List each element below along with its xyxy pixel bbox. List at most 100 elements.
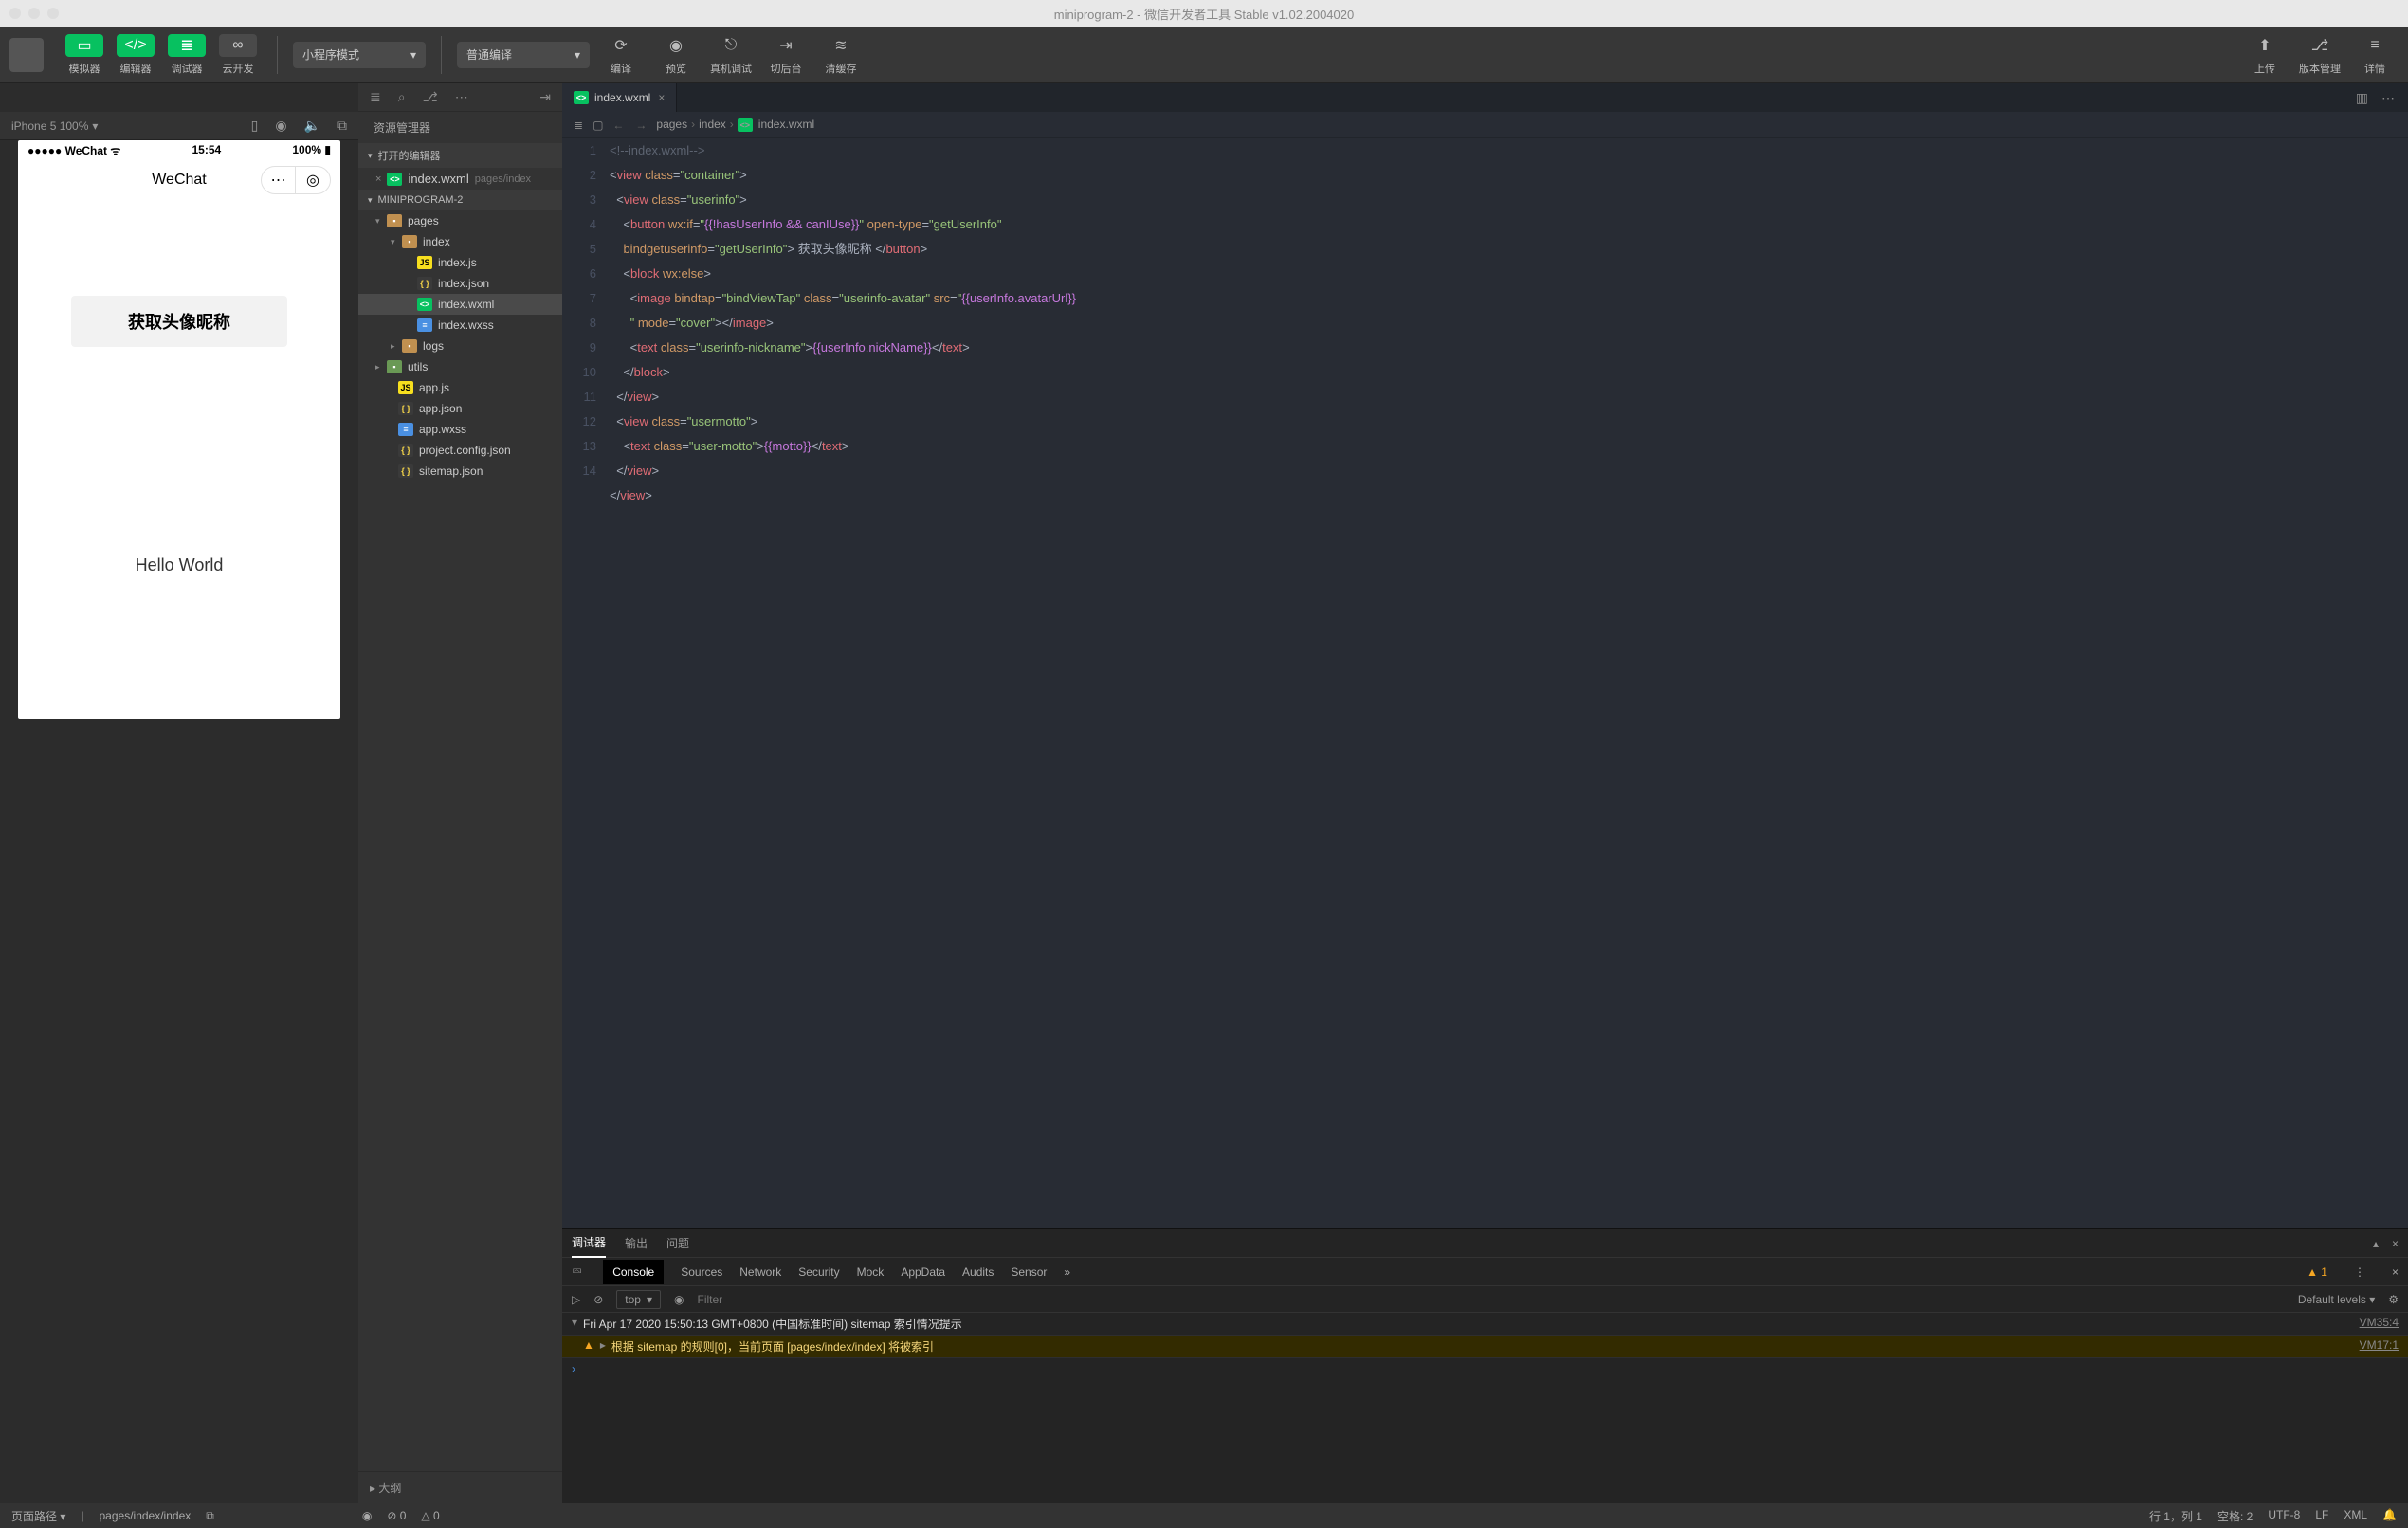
console-prompt[interactable]: ›	[562, 1358, 2408, 1379]
eol[interactable]: LF	[2315, 1508, 2328, 1524]
tree-file[interactable]: { }index.json	[358, 273, 562, 294]
tree-folder-logs[interactable]: ▸▪logs	[358, 336, 562, 356]
cursor-position[interactable]: 行 1，列 1	[2149, 1508, 2202, 1524]
gear-icon[interactable]: ⚙	[2388, 1293, 2399, 1306]
warning-badge[interactable]: ▲ 1	[2307, 1265, 2327, 1279]
upload-button[interactable]: ⬆上传	[2241, 32, 2289, 78]
filter-input[interactable]	[698, 1293, 2285, 1306]
details-button[interactable]: ≡详情	[2351, 32, 2399, 78]
eye-icon[interactable]: ◉	[674, 1293, 684, 1306]
page-path-label[interactable]: 页面路径 ▾	[11, 1508, 65, 1524]
mute-icon[interactable]: 🔈	[304, 118, 320, 134]
console-output[interactable]: ▾Fri Apr 17 2020 15:50:13 GMT+0800 (中国标准…	[562, 1313, 2408, 1503]
user-avatar[interactable]	[9, 38, 44, 72]
cloud-button[interactable]: ∞云开发	[214, 32, 262, 78]
errors-count[interactable]: ⊘ 0	[387, 1509, 406, 1522]
kebab-icon[interactable]: ⋮	[2354, 1265, 2365, 1279]
devtab-sensor[interactable]: Sensor	[1011, 1265, 1047, 1279]
source-link[interactable]: VM17:1	[2360, 1338, 2399, 1355]
tree-folder-index[interactable]: ▾▪index	[358, 231, 562, 252]
record-icon[interactable]: ◉	[275, 118, 286, 134]
language-mode[interactable]: XML	[2344, 1508, 2367, 1524]
more-icon[interactable]: ⋯	[2381, 90, 2395, 106]
devtab-audits[interactable]: Audits	[962, 1265, 994, 1279]
list-icon[interactable]: ≣	[574, 118, 583, 132]
more-icon[interactable]: ⋯	[455, 89, 468, 105]
tab-output[interactable]: 输出	[625, 1229, 648, 1257]
open-editors-section[interactable]: 打开的编辑器	[358, 143, 562, 168]
tree-file[interactable]: { }sitemap.json	[358, 461, 562, 482]
collapse-icon[interactable]: ▴	[2373, 1231, 2379, 1256]
tree-folder-utils[interactable]: ▸▪utils	[358, 356, 562, 377]
collapse-icon[interactable]: ⇥	[539, 89, 551, 105]
close-icon[interactable]: ×	[658, 91, 665, 104]
breadcrumb[interactable]: pages›index›<>index.wxml	[656, 118, 814, 132]
tree-file[interactable]: ≡app.wxss	[358, 419, 562, 440]
get-user-info-button[interactable]: 获取头像昵称	[71, 296, 287, 347]
devtab-console[interactable]: Console	[603, 1260, 664, 1284]
back-icon[interactable]: ←	[612, 118, 624, 132]
search-icon[interactable]: ⌕	[398, 89, 406, 105]
device-select[interactable]: iPhone 5 100%▾	[11, 119, 98, 133]
bell-icon[interactable]: 🔔	[2382, 1508, 2397, 1524]
devtab-mock[interactable]: Mock	[857, 1265, 885, 1279]
editor-toggle[interactable]: </>编辑器	[112, 32, 159, 78]
levels-select[interactable]: Default levels ▾	[2298, 1293, 2375, 1306]
devtab-security[interactable]: Security	[798, 1265, 839, 1279]
preview-button[interactable]: ◉预览	[652, 32, 700, 78]
bookmark-icon[interactable]: ▢	[593, 118, 603, 132]
simulator-toggle[interactable]: ▭模拟器	[61, 32, 108, 78]
tree-file[interactable]: ≡index.wxss	[358, 315, 562, 336]
devtab-more[interactable]: »	[1064, 1265, 1070, 1279]
clear-icon[interactable]: ⊘	[593, 1293, 603, 1306]
real-debug-button[interactable]: ⎋真机调试	[707, 32, 755, 78]
warnings-count[interactable]: △ 0	[421, 1509, 439, 1522]
outline-section[interactable]: ▸ 大纲	[358, 1471, 562, 1503]
tree-file[interactable]: JSapp.js	[358, 377, 562, 398]
code-content[interactable]: <!--index.wxml--> <view class="container…	[610, 138, 2408, 1228]
copy-icon[interactable]: ⧉	[206, 1509, 214, 1523]
device-icon[interactable]: ▯	[251, 118, 259, 134]
close-icon[interactable]: ×	[2392, 1231, 2399, 1256]
version-button[interactable]: ⎇版本管理	[2296, 32, 2344, 78]
close-icon[interactable]: ×	[375, 173, 381, 185]
indent-setting[interactable]: 空格: 2	[2217, 1508, 2253, 1524]
console-row[interactable]: ▲▸根据 sitemap 的规则[0]，当前页面 [pages/index/in…	[562, 1336, 2408, 1358]
devtab-appdata[interactable]: AppData	[901, 1265, 945, 1279]
branch-icon[interactable]: ⎇	[423, 89, 438, 105]
split-icon[interactable]: ▥	[2356, 90, 2368, 106]
debugger-toggle[interactable]: ≣调试器	[163, 32, 210, 78]
tab-debugger[interactable]: 调试器	[572, 1228, 606, 1258]
visibility-icon[interactable]: ◉	[362, 1509, 372, 1522]
open-editor-item[interactable]: × <> index.wxml pages/index	[358, 168, 562, 190]
close-icon[interactable]: ×	[2392, 1265, 2399, 1279]
traffic-lights[interactable]	[9, 8, 59, 19]
tree-file[interactable]: JSindex.js	[358, 252, 562, 273]
list-icon[interactable]: ≣	[370, 89, 381, 105]
play-icon[interactable]: ▷	[572, 1293, 580, 1306]
encoding[interactable]: UTF-8	[2268, 1508, 2300, 1524]
page-path[interactable]: pages/index/index	[100, 1509, 192, 1522]
tree-file[interactable]: { }project.config.json	[358, 440, 562, 461]
tree-folder-pages[interactable]: ▾▪pages	[358, 210, 562, 231]
capsule-menu[interactable]: ⋯◎	[261, 166, 331, 194]
mode-dropdown[interactable]: 小程序模式▾	[293, 42, 426, 68]
background-button[interactable]: ⇥切后台	[762, 32, 810, 78]
code-editor[interactable]: 1234567891011121314 <!--index.wxml--> <v…	[562, 138, 2408, 1228]
forward-icon[interactable]: →	[635, 118, 647, 132]
devtab-network[interactable]: Network	[739, 1265, 781, 1279]
source-link[interactable]: VM35:4	[2360, 1316, 2399, 1332]
console-row[interactable]: ▾Fri Apr 17 2020 15:50:13 GMT+0800 (中国标准…	[562, 1313, 2408, 1336]
project-section[interactable]: MINIPROGRAM-2	[358, 190, 562, 210]
editor-tab[interactable]: <>index.wxml×	[562, 83, 677, 112]
context-select[interactable]: top▾	[616, 1290, 661, 1309]
compile-dropdown[interactable]: 普通编译▾	[457, 42, 590, 68]
tree-file-active[interactable]: <>index.wxml	[358, 294, 562, 315]
element-picker-icon[interactable]: ⮹	[572, 1264, 582, 1280]
popout-icon[interactable]: ⧉	[337, 118, 347, 134]
devtab-sources[interactable]: Sources	[681, 1265, 722, 1279]
clear-cache-button[interactable]: ≋清缓存	[817, 32, 865, 78]
tree-file[interactable]: { }app.json	[358, 398, 562, 419]
tab-problems[interactable]: 问题	[666, 1229, 689, 1257]
compile-button[interactable]: ⟳编译	[597, 32, 645, 78]
